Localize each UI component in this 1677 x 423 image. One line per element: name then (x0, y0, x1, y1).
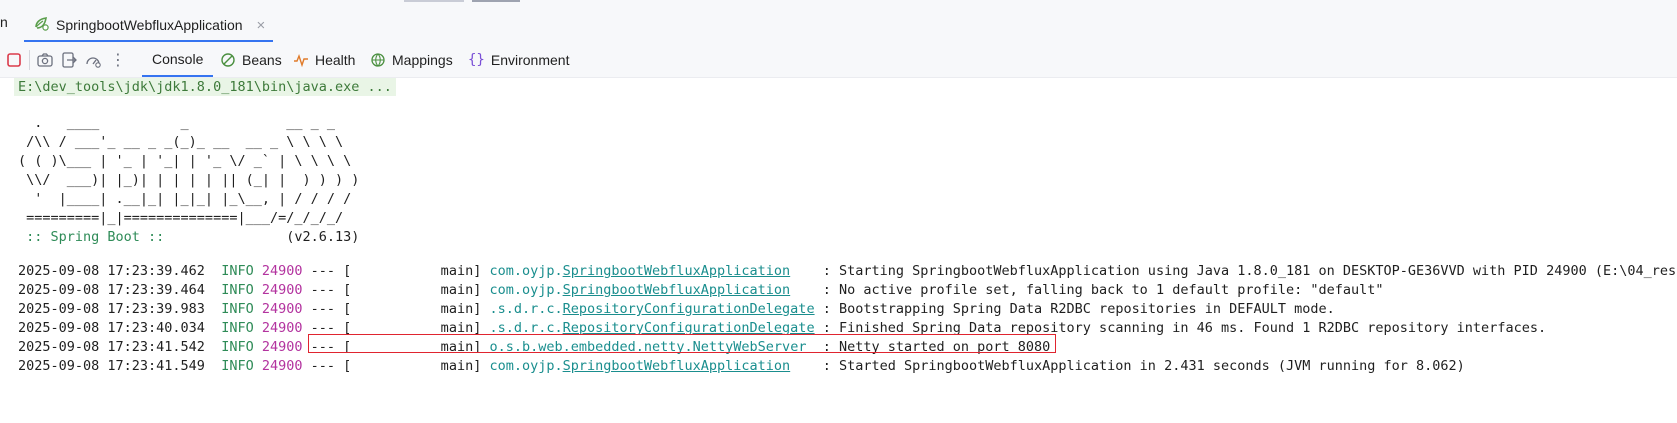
run-tab-label: SpringbootWebfluxApplication (56, 17, 243, 33)
log-level: INFO (221, 339, 254, 355)
tab-health[interactable]: Health (293, 42, 355, 77)
highlight-annotation-box (308, 334, 1056, 353)
tab-console[interactable]: Console (142, 42, 214, 77)
console-output[interactable]: E:\dev_tools\jdk\jdk1.8.0_181\bin\java.e… (0, 78, 1677, 423)
log-separator: --- [ (302, 358, 352, 374)
run-tab-springboot[interactable]: SpringbootWebfluxApplication × (24, 10, 274, 42)
tab-environment-label: Environment (490, 51, 570, 68)
more-options-icon[interactable]: ⋮ (110, 42, 126, 77)
log-pid: 24900 (261, 282, 303, 298)
tab-mappings[interactable]: Mappings (370, 42, 453, 77)
log-pid: 24900 (261, 339, 303, 355)
tab-console-label: Console (152, 50, 204, 67)
java-command-line[interactable]: E:\dev_tools\jdk\jdk1.8.0_181\bin\java.e… (14, 78, 396, 96)
camera-icon[interactable] (36, 51, 54, 69)
log-row: 2025-09-08 17:23:41.549 INFO 24900 --- [… (18, 357, 1465, 376)
spring-boot-label: :: Spring Boot :: (18, 229, 173, 245)
log-message: : No active profile set, falling back to… (822, 282, 1384, 298)
mappings-icon (371, 52, 385, 67)
log-thread: main] (351, 301, 490, 317)
log-level: INFO (221, 358, 254, 374)
tab-health-label: Health (315, 51, 356, 68)
log-timestamp: 2025-09-08 17:23:40.034 (18, 320, 205, 336)
partial-tab-label[interactable]: n (0, 14, 8, 30)
log-logger: com.oyjp.SpringbootWebfluxApplication (489, 358, 791, 374)
health-icon (294, 53, 308, 67)
exit-icon[interactable] (60, 51, 78, 69)
log-pid: 24900 (261, 358, 303, 374)
log-thread: main] (351, 282, 490, 298)
ascii-banner-line: =========|_|==============|___/=/_/_/_/ (18, 210, 344, 226)
toolbar-divider (29, 50, 30, 70)
log-logger: com.oyjp.SpringbootWebfluxApplication (489, 282, 791, 298)
environment-icon: {} (468, 51, 485, 68)
log-timestamp: 2025-09-08 17:23:39.462 (18, 263, 205, 279)
gauge-icon[interactable] (84, 51, 102, 69)
log-separator: --- [ (302, 282, 352, 298)
tab-scroll-indicator (404, 0, 464, 2)
log-pid: 24900 (261, 301, 303, 317)
tab-mappings-label: Mappings (392, 51, 453, 68)
tab-beans-label: Beans (242, 51, 282, 68)
log-row: 2025-09-08 17:23:39.462 INFO 24900 --- [… (18, 262, 1677, 281)
logger-link[interactable]: SpringbootWebfluxApplication (563, 282, 791, 298)
log-timestamp: 2025-09-08 17:23:41.549 (18, 358, 205, 374)
tab-beans[interactable]: Beans (220, 42, 282, 77)
spring-boot-version: (v2.6.13) (172, 229, 360, 245)
logger-link[interactable]: SpringbootWebfluxApplication (563, 358, 791, 374)
ascii-banner-line: ' |____| .__|_| |_|_| |_\__, | / / / / (18, 191, 352, 207)
ascii-banner-line: . ____ _ __ _ _ (18, 115, 335, 131)
log-row: 2025-09-08 17:23:39.983 INFO 24900 --- [… (18, 300, 1335, 319)
log-message: : Started SpringbootWebfluxApplication i… (822, 358, 1465, 374)
log-message: : Starting SpringbootWebfluxApplication … (822, 263, 1677, 279)
log-timestamp: 2025-09-08 17:23:39.983 (18, 301, 205, 317)
ascii-banner-line: \\/ ___)| |_)| | | | | || (_| | ) ) ) ) (18, 172, 360, 188)
run-toolbar: ⋮ Console Beans Health Mappings {} Envir… (0, 42, 1677, 78)
log-level: INFO (221, 301, 254, 317)
tab-environment[interactable]: {} Environment (468, 42, 569, 77)
ascii-banner-line: ( ( )\___ | '_ | '_| | '_ \/ _` | \ \ \ … (18, 153, 352, 169)
beans-icon (221, 52, 235, 67)
log-logger: .s.d.r.c.RepositoryConfigurationDelegate (489, 301, 815, 317)
log-pid: 24900 (261, 320, 303, 336)
log-separator: --- [ (302, 263, 352, 279)
log-separator: --- [ (302, 301, 352, 317)
log-logger: com.oyjp.SpringbootWebfluxApplication (489, 263, 791, 279)
logger-link[interactable]: RepositoryConfigurationDelegate (563, 301, 815, 317)
log-thread: main] (351, 358, 490, 374)
log-row: 2025-09-08 17:23:39.464 INFO 24900 --- [… (18, 281, 1384, 300)
tab-scroll-thumb[interactable] (472, 0, 520, 2)
logger-link[interactable]: SpringbootWebfluxApplication (563, 263, 791, 279)
stop-icon[interactable] (5, 51, 23, 69)
spring-boot-run-icon (32, 14, 50, 37)
log-message: : Bootstrapping Spring Data R2DBC reposi… (822, 301, 1335, 317)
log-pid: 24900 (261, 263, 303, 279)
log-thread: main] (351, 263, 490, 279)
spring-boot-version-line: :: Spring Boot :: (v2.6.13) (18, 228, 359, 247)
log-level: INFO (221, 263, 254, 279)
close-icon[interactable]: × (257, 17, 266, 34)
log-level: INFO (221, 320, 254, 336)
run-tab-strip: n SpringbootWebfluxApplication × (0, 0, 1677, 43)
log-timestamp: 2025-09-08 17:23:39.464 (18, 282, 205, 298)
ascii-banner-line: /\\ / ___'_ __ _ _(_)_ __ __ _ \ \ \ \ (18, 134, 344, 150)
log-timestamp: 2025-09-08 17:23:41.542 (18, 339, 205, 355)
log-level: INFO (221, 282, 254, 298)
